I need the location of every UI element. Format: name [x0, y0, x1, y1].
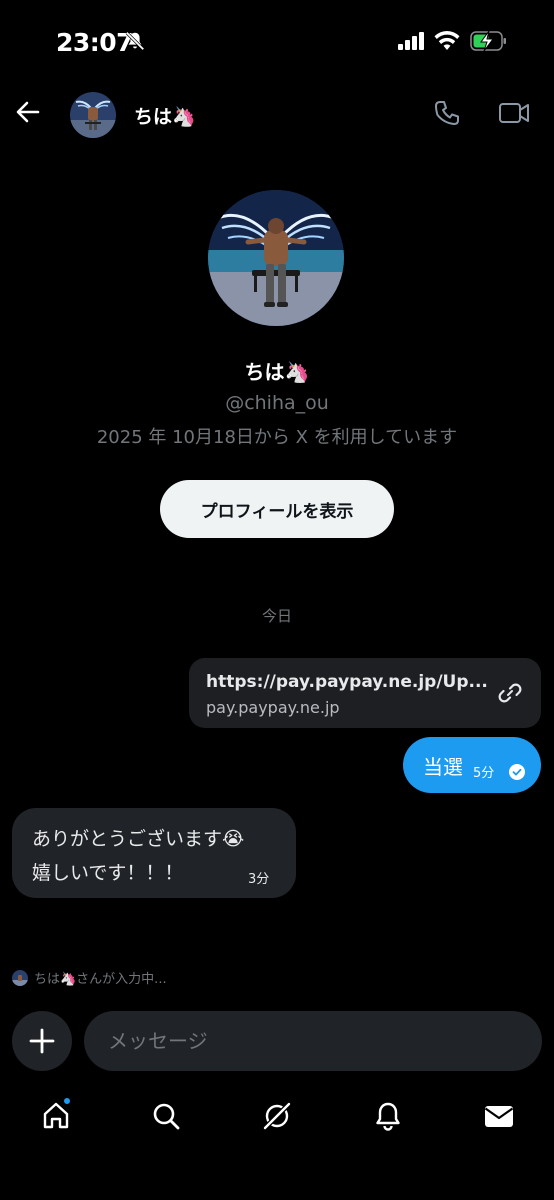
search-icon [153, 1103, 180, 1130]
message-input[interactable] [84, 1011, 542, 1071]
sent-message-text: 当選 [423, 755, 463, 779]
nav-messages[interactable] [479, 1096, 519, 1136]
wifi-icon [434, 31, 460, 50]
video-call-icon[interactable] [498, 98, 530, 128]
cellular-signal-icon [398, 32, 424, 50]
status-bar: 23:07 [0, 0, 554, 84]
add-attachment-button[interactable] [12, 1011, 72, 1071]
battery-charging-icon [470, 30, 506, 52]
bottom-navigation [0, 1096, 554, 1144]
typing-text: ちは🦄さんが入力中... [34, 972, 167, 987]
link-url: https://pay.paypay.ne.jp/Up... [206, 672, 488, 692]
profile-handle: @chiha_ou [225, 392, 329, 414]
grok-icon [263, 1102, 291, 1130]
sent-message-bubble[interactable]: 当選 5分 [403, 737, 541, 793]
link-domain: pay.paypay.ne.jp [206, 698, 340, 717]
link-preview-card[interactable]: https://pay.paypay.ne.jp/Up... pay.paypa… [189, 658, 541, 728]
header-avatar[interactable] [70, 92, 116, 138]
profile-name: ちは🦄 [244, 360, 310, 384]
nav-notifications[interactable] [368, 1096, 408, 1136]
header-name[interactable]: ちは🦄 [134, 102, 196, 129]
profile-joined-date: 2025 年 10月18日から X を利用しています [96, 427, 458, 448]
conversation-header: ちは🦄 [0, 84, 554, 148]
sent-message-time: 5分 [473, 766, 495, 781]
received-message-bubble[interactable]: ありがとうございます😭 嬉しいです！！！ 3分 [12, 808, 296, 898]
home-notification-dot [62, 1096, 72, 1106]
bell-off-icon [125, 31, 145, 51]
status-time: 23:07 [56, 28, 134, 57]
received-message-line: 嬉しいです！！！ [32, 862, 184, 884]
nav-search[interactable] [146, 1096, 186, 1136]
day-separator: 今日 [261, 607, 292, 625]
phone-call-icon[interactable] [432, 98, 462, 128]
link-icon [498, 683, 522, 703]
received-message-time: 3分 [248, 872, 270, 887]
received-message-line: ありがとうございます😭 [32, 828, 245, 850]
profile-avatar[interactable] [208, 190, 344, 326]
nav-grok[interactable] [257, 1096, 297, 1136]
read-check-icon [509, 764, 525, 780]
plus-icon [29, 1028, 55, 1054]
back-arrow-icon[interactable] [12, 96, 44, 128]
view-profile-button[interactable]: プロフィールを表示 [160, 480, 394, 538]
notifications-icon [376, 1102, 400, 1131]
typing-avatar [12, 970, 28, 986]
messages-icon [484, 1106, 514, 1127]
